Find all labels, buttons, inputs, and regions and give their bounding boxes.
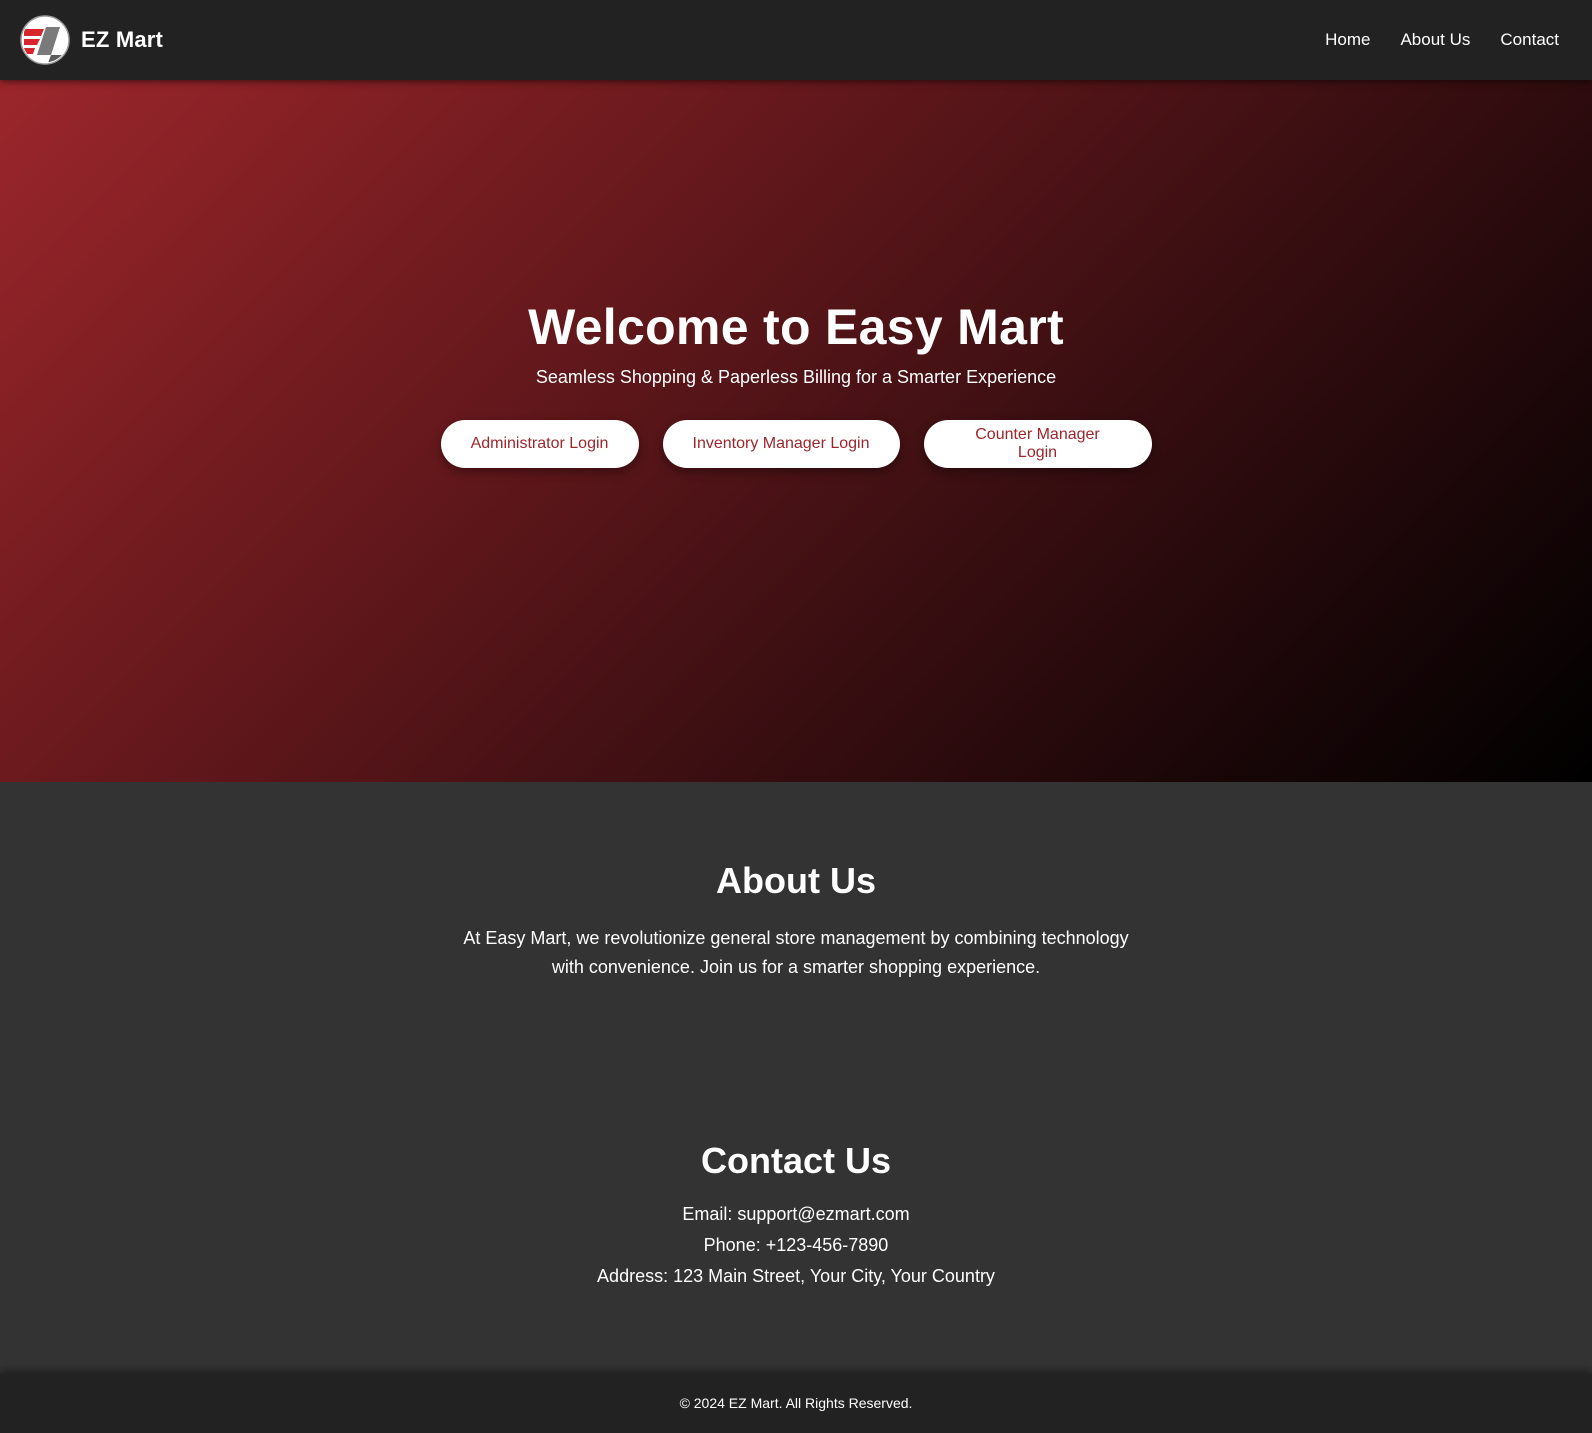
contact-email: Email: support@ezmart.com: [682, 1204, 910, 1224]
ez-mart-logo-icon: [20, 15, 70, 65]
nav-contact-link[interactable]: Contact: [1500, 30, 1559, 50]
hero-subtitle: Seamless Shopping & Paperless Billing fo…: [535, 367, 1057, 387]
hero-section: Welcome to Easy Mart Seamless Shopping &…: [0, 80, 1592, 782]
about-text: At Easy Mart, we revolutionize general s…: [463, 928, 1129, 977]
about-title: About Us: [716, 860, 876, 901]
copyright-text: © 2024 EZ Mart. All Rights Reserved.: [679, 1394, 913, 1411]
administrator-login-button[interactable]: Administrator Login: [440, 420, 639, 468]
footer: © 2024 EZ Mart. All Rights Reserved.: [0, 1374, 1592, 1433]
hero-title: Welcome to Easy Mart: [528, 299, 1064, 355]
contact-title: Contact Us: [700, 1140, 892, 1181]
main-nav: Home About Us Contact: [1325, 30, 1559, 50]
nav-home-link[interactable]: Home: [1325, 30, 1370, 50]
navbar: EZ Mart Home About Us Contact: [0, 0, 1592, 80]
contact-phone: Phone: +123-456-7890: [703, 1235, 889, 1255]
brand[interactable]: EZ Mart: [20, 15, 163, 65]
counter-manager-login-button[interactable]: Counter Manager Login: [923, 420, 1152, 468]
contact-address: Address: 123 Main Street, Your City, You…: [597, 1266, 995, 1286]
inventory-manager-login-button[interactable]: Inventory Manager Login: [662, 420, 900, 468]
brand-name: EZ Mart: [81, 27, 164, 52]
nav-about-link[interactable]: About Us: [1400, 30, 1470, 50]
login-buttons: Administrator Login Inventory Manager Lo…: [0, 420, 1592, 468]
